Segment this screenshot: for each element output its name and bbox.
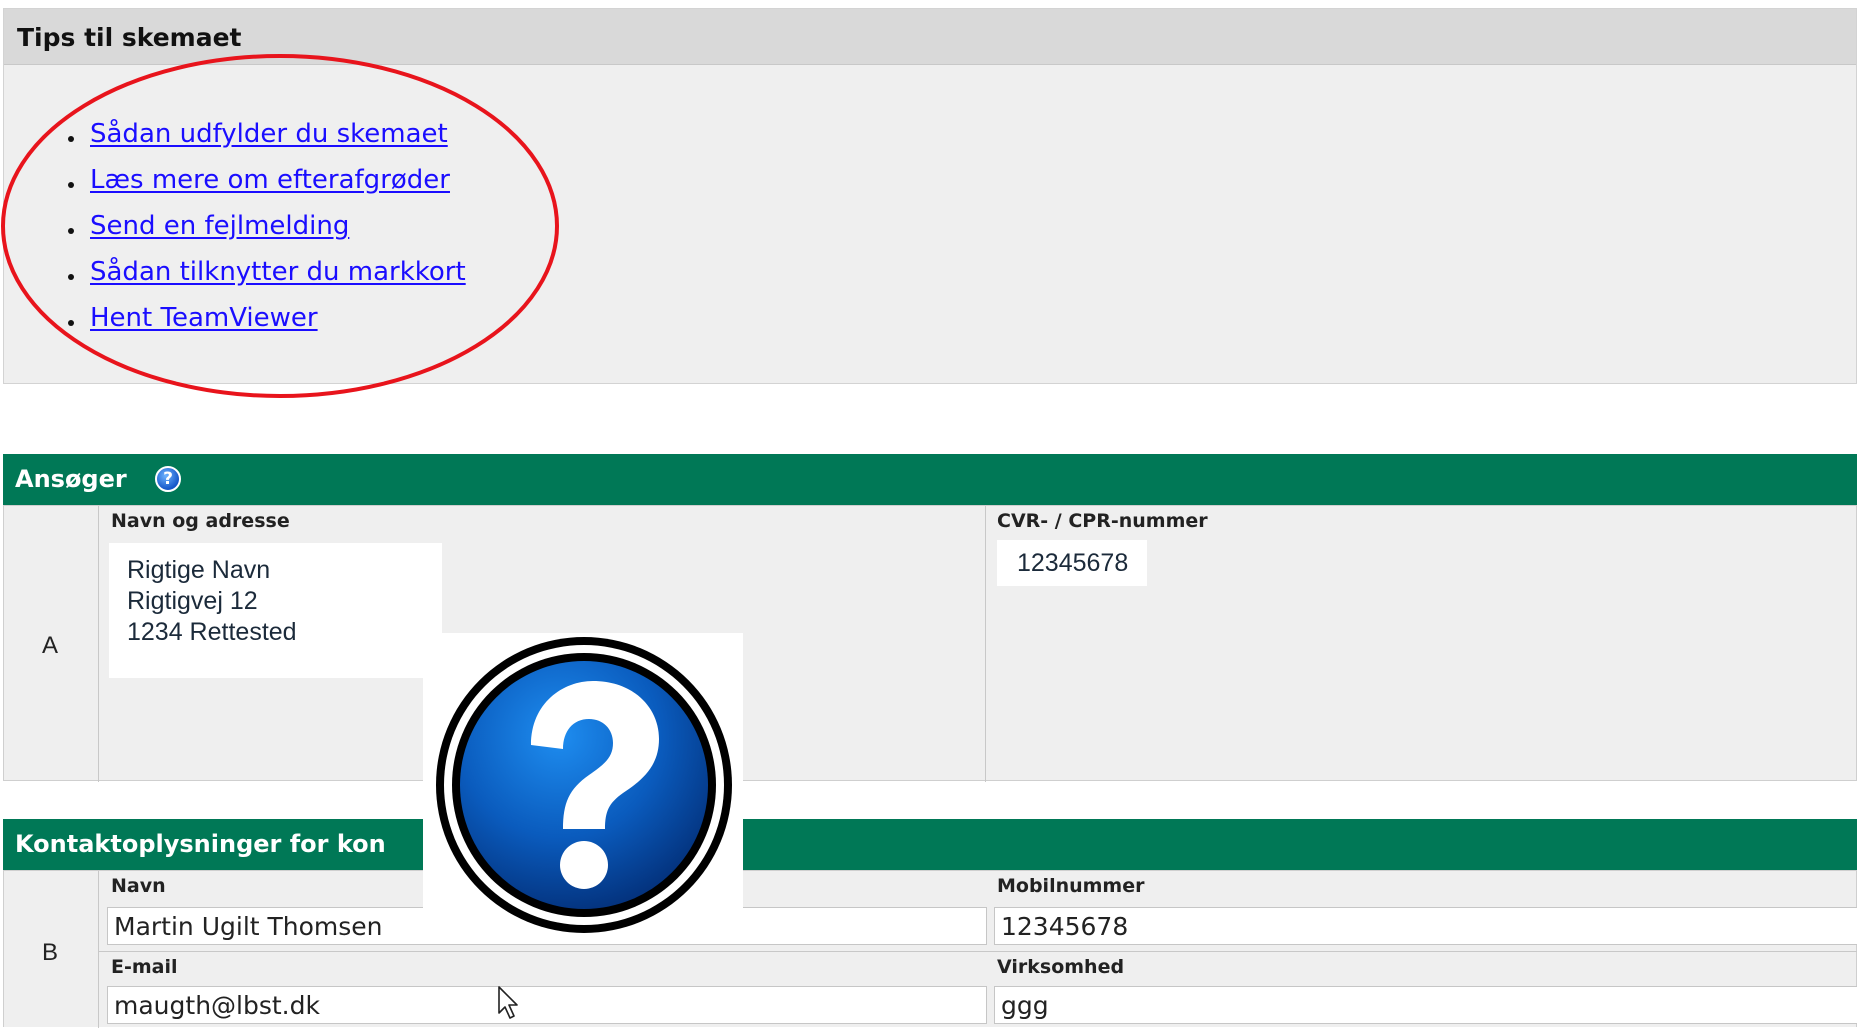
ansoeger-title: Ansøger [15, 465, 127, 493]
question-mark-icon [423, 633, 743, 933]
bullet-icon [68, 320, 74, 326]
name-address-label: Navn og adresse [111, 510, 290, 532]
address-line: Rigtigvej 12 [127, 587, 258, 615]
divider [98, 506, 99, 782]
address-line: Rigtige Navn [127, 556, 271, 584]
link-teamviewer[interactable]: Hent TeamViewer [90, 303, 318, 333]
divider [98, 871, 99, 1028]
link-catch-crops[interactable]: Læs mere om efterafgrøder [90, 165, 450, 195]
divider [98, 951, 1857, 952]
kontakt-section: B Navn Martin Ugilt Thomsen Mobilnummer … [3, 870, 1857, 1028]
navn-label: Navn [111, 875, 166, 897]
ansoeger-section-header: Ansøger ? [3, 454, 1857, 506]
tips-panel: Tips til skemaet Sådan udfylder du skema… [3, 8, 1857, 384]
row-letter-a: A [42, 632, 59, 659]
ansoeger-section: A Navn og adresse Rigtige Navn Rigtigvej… [3, 505, 1857, 782]
bullet-icon [68, 136, 74, 142]
link-fill-form[interactable]: Sådan udfylder du skemaet [90, 119, 448, 149]
mobil-label: Mobilnummer [997, 875, 1145, 897]
help-icon[interactable]: ? [155, 466, 181, 492]
tips-header: Tips til skemaet [4, 9, 1856, 65]
divider [985, 506, 986, 782]
bullet-icon [68, 182, 74, 188]
link-error-report[interactable]: Send en fejlmelding [90, 211, 349, 241]
cvr-label: CVR- / CPR-nummer [997, 510, 1208, 532]
cvr-value: 12345678 [1017, 549, 1129, 577]
address-box: Rigtige Navn Rigtigvej 12 1234 Rettested [109, 543, 442, 678]
bullet-icon [68, 274, 74, 280]
email-field[interactable]: maugth@lbst.dk [107, 986, 987, 1024]
mouse-cursor-icon [498, 986, 518, 1019]
address-line: 1234 Rettested [127, 618, 297, 646]
mobil-field[interactable]: 12345678 [994, 907, 1857, 945]
virksomhed-field[interactable]: ggg [994, 986, 1857, 1024]
tips-title: Tips til skemaet [17, 23, 242, 52]
kontakt-section-header: Kontaktoplysninger for kon [3, 819, 1857, 871]
virksomhed-label: Virksomhed [997, 956, 1125, 978]
cvr-value-box: 12345678 [997, 540, 1147, 586]
row-letter-b: B [42, 939, 59, 966]
bullet-icon [68, 228, 74, 234]
email-label: E-mail [111, 956, 178, 978]
link-attach-field-map[interactable]: Sådan tilknytter du markkort [90, 257, 466, 287]
kontakt-title: Kontaktoplysninger for kon [15, 830, 386, 858]
